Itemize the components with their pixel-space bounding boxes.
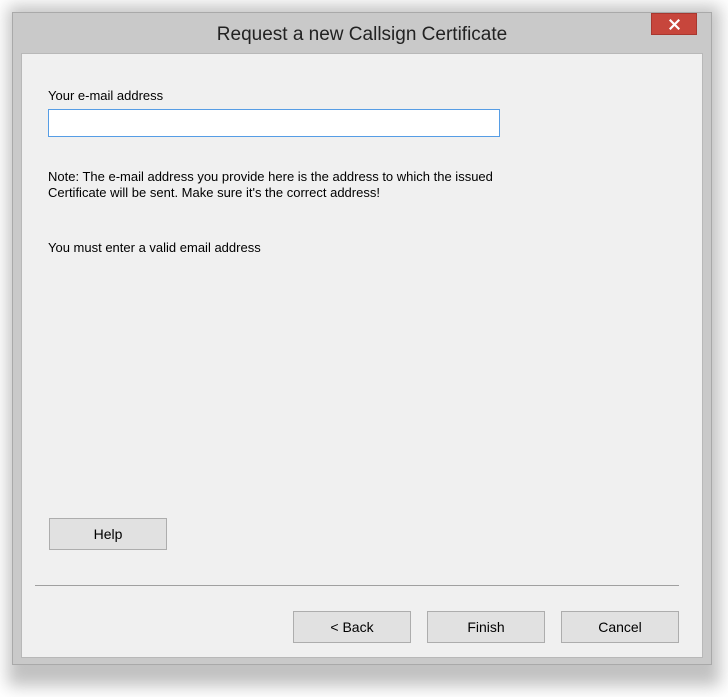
- cancel-button[interactable]: Cancel: [561, 611, 679, 643]
- email-label: Your e-mail address: [48, 88, 164, 103]
- screen: Request a new Callsign Certificate Your …: [0, 0, 728, 697]
- note-line-2: Certificate will be sent. Make sure it's…: [48, 185, 380, 200]
- note-line-1: Note: The e-mail address you provide her…: [48, 169, 493, 184]
- title-bar[interactable]: Request a new Callsign Certificate: [13, 13, 711, 53]
- finish-button[interactable]: Finish: [427, 611, 545, 643]
- separator: [35, 585, 679, 586]
- close-button[interactable]: [651, 13, 697, 35]
- window-title: Request a new Callsign Certificate: [216, 24, 508, 45]
- email-field[interactable]: [48, 109, 500, 137]
- dialog-window: Request a new Callsign Certificate Your …: [12, 12, 712, 665]
- note-text: Note: The e-mail address you provide her…: [48, 169, 493, 201]
- help-button[interactable]: Help: [49, 518, 167, 550]
- close-icon: [668, 18, 680, 30]
- dialog-body: Your e-mail address Note: The e-mail add…: [21, 53, 703, 658]
- validation-message: You must enter a valid email address: [48, 240, 261, 255]
- back-button[interactable]: < Back: [293, 611, 411, 643]
